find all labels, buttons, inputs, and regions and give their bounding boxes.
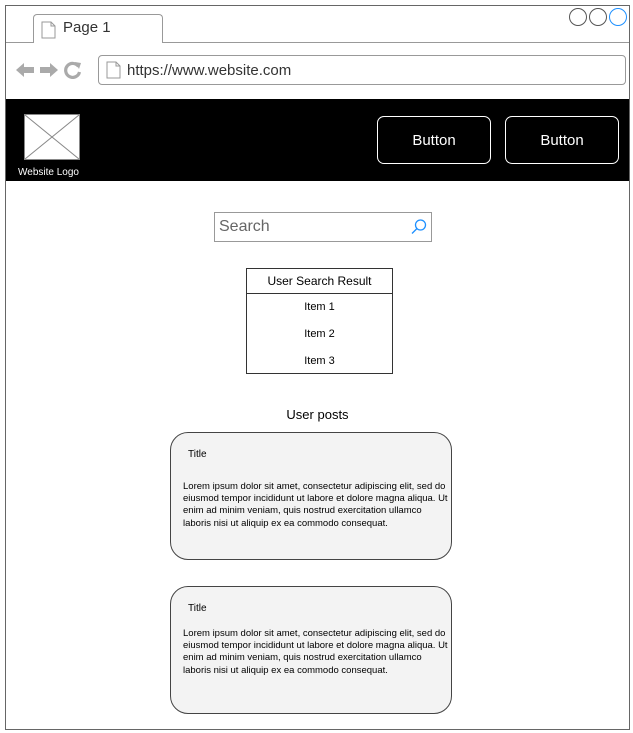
- post-title: Title: [188, 603, 207, 614]
- search-input[interactable]: [215, 213, 409, 241]
- url-text: https://www.website.com: [127, 62, 292, 79]
- window-controls: [569, 8, 627, 26]
- result-item-2[interactable]: Item 2: [247, 321, 392, 348]
- close-circle-icon[interactable]: [609, 8, 627, 26]
- page-icon: [106, 61, 121, 84]
- result-item-3[interactable]: Item 3: [247, 348, 392, 375]
- search-icon[interactable]: [410, 218, 428, 241]
- tab-strip: Page 1: [6, 6, 629, 43]
- address-bar[interactable]: https://www.website.com: [98, 55, 626, 85]
- post-body: Lorem ipsum dolor sit amet, consectetur …: [183, 481, 448, 529]
- tab-page-1[interactable]: Page 1: [33, 14, 163, 43]
- header-button-2[interactable]: Button: [505, 116, 619, 164]
- minimize-circle-icon[interactable]: [569, 8, 587, 26]
- post-title: Title: [188, 449, 207, 460]
- back-arrow-icon[interactable]: [16, 62, 34, 83]
- header-button-1[interactable]: Button: [377, 116, 491, 164]
- result-item-1[interactable]: Item 1: [247, 294, 392, 321]
- browser-window: Page 1 https://www.website.com Website L…: [5, 5, 630, 730]
- refresh-icon[interactable]: [64, 61, 82, 84]
- logo-label: Website Logo: [18, 167, 79, 178]
- site-header: Website Logo Button Button: [6, 99, 629, 181]
- maximize-circle-icon[interactable]: [589, 8, 607, 26]
- post-body: Lorem ipsum dolor sit amet, consectetur …: [183, 628, 448, 676]
- tab-label: Page 1: [63, 19, 111, 36]
- forward-arrow-icon[interactable]: [40, 62, 58, 83]
- page-icon: [41, 21, 56, 44]
- results-header: User Search Result: [247, 269, 392, 294]
- image-placeholder-icon[interactable]: [24, 114, 80, 160]
- search-box: [214, 212, 432, 242]
- search-results: User Search Result Item 1 Item 2 Item 3: [246, 268, 393, 374]
- posts-heading: User posts: [286, 407, 349, 422]
- address-row: https://www.website.com: [6, 43, 629, 98]
- navigation-controls: [16, 61, 82, 84]
- post-card-1[interactable]: Title Lorem ipsum dolor sit amet, consec…: [170, 432, 452, 560]
- post-card-2[interactable]: Title Lorem ipsum dolor sit amet, consec…: [170, 586, 452, 714]
